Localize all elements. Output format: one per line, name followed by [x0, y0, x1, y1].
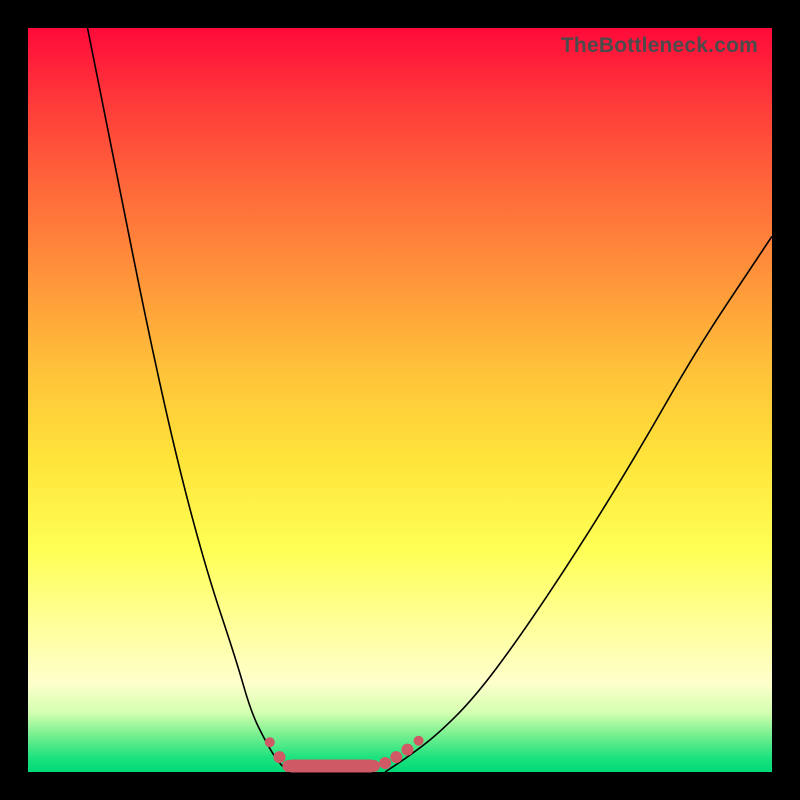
- left-curve: [88, 28, 289, 772]
- marker-point: [265, 737, 275, 747]
- marker-point: [414, 736, 424, 746]
- right-curve: [385, 236, 772, 772]
- marker-point: [273, 751, 285, 763]
- chart-frame: TheBottleneck.com: [0, 0, 800, 800]
- marker-point: [401, 744, 413, 756]
- marker-point: [390, 751, 402, 763]
- chart-svg: [28, 28, 772, 772]
- marker-point: [379, 757, 391, 769]
- plot-area: TheBottleneck.com: [28, 28, 772, 772]
- marker-point: [368, 760, 380, 772]
- marker-point: [282, 760, 294, 772]
